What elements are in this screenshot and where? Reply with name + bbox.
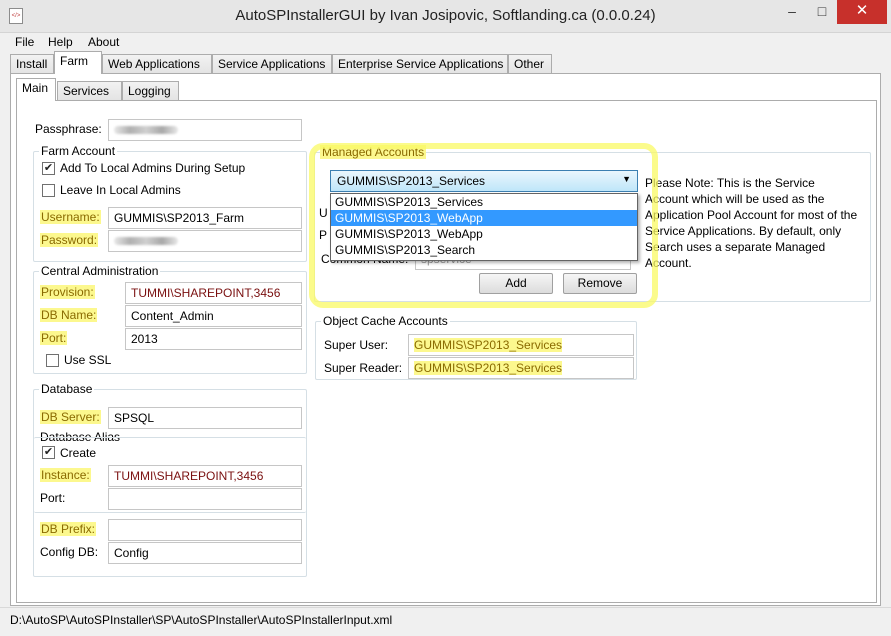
dropdown-option[interactable]: GUMMIS\SP2013_WebApp [331, 226, 637, 242]
farm-account-title: Farm Account [39, 144, 118, 158]
menu-help[interactable]: Help [48, 35, 73, 49]
database-group: Database DB Server: SPSQL Database Alias… [33, 382, 307, 577]
add-local-admins-checkbox[interactable] [42, 162, 55, 175]
super-user-field[interactable]: GUMMIS\SP2013_Services [408, 334, 634, 356]
menu-file[interactable]: File [15, 35, 34, 49]
port-field[interactable]: 2013 [125, 328, 302, 350]
db-server-field[interactable]: SPSQL [108, 407, 302, 429]
config-db-field[interactable]: Config [108, 542, 302, 564]
password-label: Password: [40, 233, 99, 247]
db-server-label: DB Server: [40, 410, 101, 424]
subtab-services[interactable]: Services [57, 81, 122, 100]
password-field[interactable] [108, 230, 302, 252]
config-db-label: Config DB: [40, 545, 99, 559]
provision-label: Provision: [40, 285, 95, 299]
managed-account-combobox[interactable]: GUMMIS\SP2013_Services ▼ [330, 170, 638, 192]
passphrase-field[interactable] [108, 119, 302, 141]
super-reader-value: GUMMIS\SP2013_Services [414, 361, 563, 375]
window-title: AutoSPInstallerGUI by Ivan Josipovic, So… [235, 7, 656, 24]
provision-field[interactable]: TUMMI\SHAREPOINT,3456 [125, 282, 302, 304]
minimize-button[interactable]: – [777, 0, 807, 24]
title-bar: </> AutoSPInstallerGUI by Ivan Josipovic… [0, 0, 891, 33]
subtab-logging[interactable]: Logging [122, 81, 179, 100]
super-user-value: GUMMIS\SP2013_Services [414, 338, 563, 352]
leave-local-admins-checkbox[interactable] [42, 184, 55, 197]
status-bar: D:\AutoSP\AutoSPInstaller\SP\AutoSPInsta… [0, 607, 891, 636]
dropdown-option-highlighted[interactable]: GUMMIS\SP2013_WebApp [331, 210, 637, 226]
central-admin-group: Central Administration Provision: TUMMI\… [33, 264, 307, 374]
username-label: Username: [40, 210, 101, 224]
subtab-main[interactable]: Main [16, 78, 56, 101]
central-admin-title: Central Administration [39, 264, 161, 278]
port-label: Port: [40, 331, 68, 345]
main-subtab-panel: Passphrase: Farm Account Add To Local Ad… [16, 100, 877, 603]
alias-create-label: Create [60, 446, 97, 460]
dbname-field[interactable]: Content_Admin [125, 305, 302, 327]
tab-web-applications[interactable]: Web Applications [102, 54, 212, 73]
farm-account-group: Farm Account Add To Local Admins During … [33, 144, 307, 262]
managed-password-label-partial: P [319, 228, 328, 242]
managed-user-label-partial: U [319, 206, 328, 220]
leave-local-admins-label: Leave In Local Admins [60, 183, 181, 197]
use-ssl-label: Use SSL [64, 353, 112, 367]
add-local-admins-label: Add To Local Admins During Setup [60, 161, 246, 175]
db-prefix-field[interactable] [108, 519, 302, 541]
super-reader-label: Super Reader: [324, 361, 403, 375]
object-cache-title: Object Cache Accounts [321, 314, 450, 328]
instance-label: Instance: [40, 468, 91, 482]
maximize-button[interactable]: □ [807, 0, 837, 24]
alias-port-field[interactable] [108, 488, 302, 510]
password-masked [114, 237, 178, 245]
farm-tab-panel: Main Services Logging Passphrase: Farm A… [10, 73, 881, 606]
alias-create-checkbox[interactable] [42, 446, 55, 459]
object-cache-group: Object Cache Accounts Super User: GUMMIS… [315, 314, 637, 380]
tab-other[interactable]: Other [508, 54, 552, 73]
tab-farm[interactable]: Farm [54, 51, 102, 74]
tab-install[interactable]: Install [10, 54, 54, 73]
dropdown-option[interactable]: GUMMIS\SP2013_Services [331, 194, 637, 210]
database-title: Database [39, 382, 95, 396]
menu-bar: File Help About [0, 33, 891, 51]
passphrase-label: Passphrase: [35, 122, 102, 136]
db-prefix-label: DB Prefix: [40, 522, 97, 536]
remove-button[interactable]: Remove [563, 273, 637, 294]
chevron-down-icon[interactable]: ▼ [622, 174, 631, 184]
tab-enterprise-service-applications[interactable]: Enterprise Service Applications [332, 54, 508, 73]
tab-service-applications[interactable]: Service Applications [212, 54, 332, 73]
add-button[interactable]: Add [479, 273, 553, 294]
super-user-label: Super User: [324, 338, 389, 352]
service-account-note: Please Note: This is the Service Account… [645, 176, 858, 270]
super-reader-field[interactable]: GUMMIS\SP2013_Services [408, 357, 634, 379]
passphrase-masked [114, 126, 178, 134]
close-button[interactable]: ✕ [837, 0, 887, 24]
dropdown-option[interactable]: GUMMIS\SP2013_Search [331, 242, 637, 258]
use-ssl-checkbox[interactable] [46, 354, 59, 367]
alias-port-label: Port: [40, 491, 66, 505]
managed-accounts-title: Managed Accounts [320, 145, 427, 159]
username-field[interactable]: GUMMIS\SP2013_Farm [108, 207, 302, 229]
dbname-label: DB Name: [40, 308, 98, 322]
config-file-path: D:\AutoSP\AutoSPInstaller\SP\AutoSPInsta… [10, 613, 393, 627]
managed-account-selected: GUMMIS\SP2013_Services [337, 174, 486, 188]
managed-account-dropdown: GUMMIS\SP2013_Services GUMMIS\SP2013_Web… [330, 193, 638, 261]
menu-about[interactable]: About [88, 35, 119, 49]
instance-field[interactable]: TUMMI\SHAREPOINT,3456 [108, 465, 302, 487]
